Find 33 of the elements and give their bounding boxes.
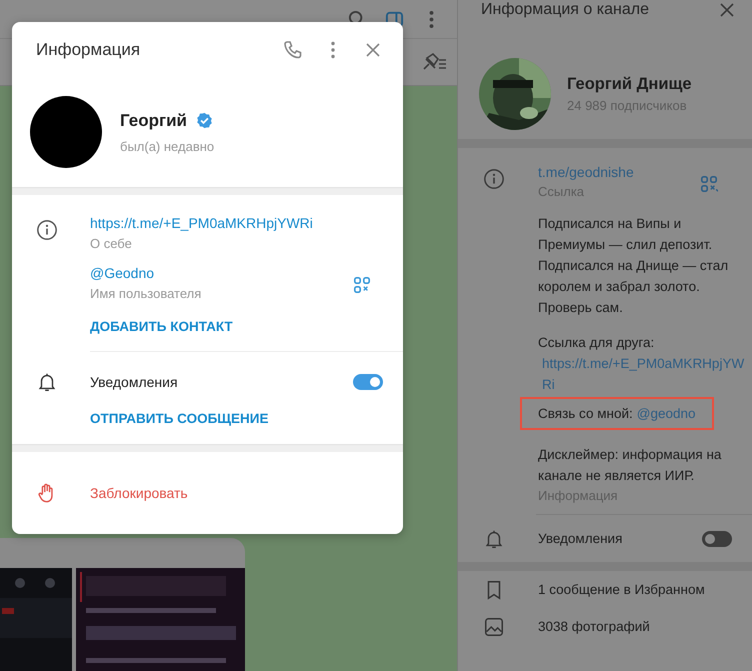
- user-name: Георгий: [120, 110, 187, 130]
- notifications-toggle[interactable]: [353, 374, 383, 390]
- pin-list-icon[interactable]: [421, 52, 447, 72]
- media-item[interactable]: 3038 фотографий: [538, 619, 732, 634]
- block-button[interactable]: Заблокировать: [90, 485, 188, 501]
- bio-link[interactable]: https://t.me/+E_PM0aMKRHpjYWRi: [90, 215, 403, 231]
- description-paragraph: Связь со мной: @geodno: [520, 397, 714, 430]
- notifications-toggle[interactable]: [702, 530, 732, 546]
- close-icon[interactable]: [720, 3, 734, 17]
- channel-link[interactable]: t.me/geodnishe: [538, 164, 634, 180]
- description-paragraph: Дисклеймер: информация на канале не является ИИР.: [538, 446, 722, 485]
- image-icon: [483, 616, 505, 638]
- qr-code-icon[interactable]: [700, 174, 718, 192]
- description-link[interactable]: https://t.me/+E_PM0aMKRHpjYWRi: [542, 353, 748, 395]
- qr-code-icon[interactable]: [353, 276, 371, 294]
- username-caption: Имя пользователя: [90, 286, 202, 301]
- phone-icon[interactable]: [283, 40, 303, 60]
- notifications-label: Уведомления: [538, 531, 624, 546]
- channel-name: Георгий Днище: [567, 75, 692, 94]
- media-item[interactable]: 1 сообщение в Избранном: [538, 582, 732, 597]
- description-link[interactable]: @geodno: [636, 403, 696, 424]
- bio-caption: О себе: [90, 236, 133, 251]
- add-contact-button[interactable]: ДОБАВИТЬ КОНТАКТ: [90, 319, 233, 334]
- info-icon: [36, 219, 58, 241]
- send-message-button[interactable]: ОТПРАВИТЬ СООБЩЕНИЕ: [90, 411, 269, 426]
- description-paragraph: Подписался на Випы и Премиумы — слил депозит. Подписался на Днище — стал королем и забрал золото. Проверь сам.: [538, 215, 730, 317]
- description-paragraph: Ссылка для друга: https://t.me/+E_PM0aMKRHpjYWRi: [538, 332, 748, 395]
- panel-title: Информация о канале: [481, 1, 649, 19]
- info-icon: [483, 168, 505, 190]
- notifications-label: Уведомления: [90, 374, 179, 390]
- user-status: был(а) недавно: [120, 138, 214, 154]
- username-link[interactable]: @Geodno: [90, 265, 202, 281]
- dialog-title: Информация: [36, 40, 142, 60]
